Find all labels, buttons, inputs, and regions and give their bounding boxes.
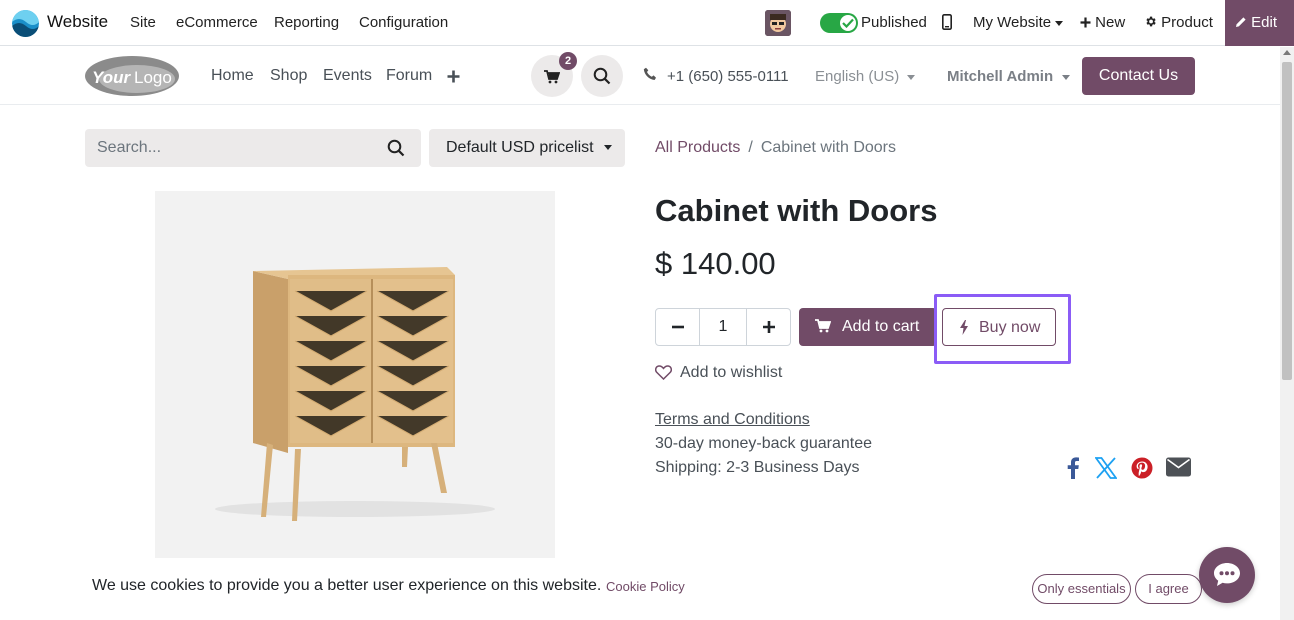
cart-count-badge: 2: [559, 52, 577, 70]
search-icon: [593, 67, 611, 85]
breadcrumb: All Products / Cabinet with Doors: [655, 139, 896, 157]
email-share-icon[interactable]: [1166, 457, 1191, 482]
money-back-guarantee: 30-day money-back guarantee: [655, 435, 873, 452]
add-to-cart-button[interactable]: Add to cart: [799, 308, 937, 346]
menu-site[interactable]: Site: [130, 14, 156, 31]
plus-icon: [1080, 17, 1091, 28]
menu-configuration[interactable]: Configuration: [359, 14, 448, 31]
i-agree-button[interactable]: I agree: [1135, 574, 1202, 604]
shipping-info: Shipping: 2-3 Business Days: [655, 459, 860, 476]
chat-icon: [1214, 563, 1240, 586]
quantity-stepper: 1: [655, 308, 791, 346]
gear-icon: [1146, 16, 1156, 27]
phone-number[interactable]: +1 (650) 555-0111: [667, 68, 789, 85]
pencil-icon: [1236, 17, 1246, 27]
nav-shop[interactable]: Shop: [270, 67, 307, 85]
website-app-icon[interactable]: [12, 10, 39, 37]
published-toggle[interactable]: [820, 13, 858, 33]
buy-now-button[interactable]: Buy now: [942, 308, 1056, 346]
scrollbar-thumb[interactable]: [1282, 62, 1292, 380]
admin-navbar: Website Site eCommerce Reporting Configu…: [0, 0, 1294, 46]
contact-us-button[interactable]: Contact Us: [1082, 57, 1195, 95]
language-selector[interactable]: English (US): [815, 68, 916, 85]
breadcrumb-all-products[interactable]: All Products: [655, 139, 740, 156]
published-label[interactable]: Published: [861, 14, 927, 31]
terms-and-conditions-link[interactable]: Terms and Conditions: [655, 411, 810, 429]
only-essentials-button[interactable]: Only essentials: [1032, 574, 1131, 604]
svg-text:Logo: Logo: [134, 68, 172, 87]
site-logo[interactable]: Your Logo: [85, 55, 180, 97]
add-menu-item-icon[interactable]: [447, 67, 460, 88]
pinterest-icon[interactable]: [1131, 457, 1153, 484]
live-chat-button[interactable]: [1199, 547, 1255, 603]
add-to-cart-label: Add to cart: [842, 318, 920, 335]
search-submit-icon[interactable]: [387, 139, 405, 162]
mobile-preview-icon[interactable]: [942, 14, 952, 35]
cookie-message: We use cookies to provide you a better u…: [92, 577, 602, 594]
product-settings-button[interactable]: Product: [1144, 14, 1213, 31]
bolt-icon: [959, 320, 969, 340]
nav-home[interactable]: Home: [211, 67, 254, 85]
facebook-icon[interactable]: [1066, 457, 1080, 484]
phone-icon: [643, 67, 657, 86]
x-twitter-icon[interactable]: [1094, 457, 1118, 484]
new-button[interactable]: New: [1080, 14, 1125, 31]
cookie-consent-bar: We use cookies to provide you a better u…: [0, 558, 1280, 620]
user-menu[interactable]: Mitchell Admin: [947, 68, 1071, 85]
nav-events[interactable]: Events: [323, 67, 372, 85]
nav-forum[interactable]: Forum: [386, 67, 432, 85]
pricelist-dropdown[interactable]: Default USD pricelist: [429, 129, 625, 167]
cart-icon: [544, 70, 560, 84]
menu-ecommerce[interactable]: eCommerce: [176, 14, 258, 31]
cookie-policy-link[interactable]: Cookie Policy: [606, 579, 685, 594]
my-website-dropdown[interactable]: My Website: [973, 14, 1064, 31]
app-name[interactable]: Website: [47, 12, 108, 32]
website-header: Your Logo Home Shop Events Forum 2 +1 (6…: [0, 47, 1280, 105]
breadcrumb-separator: /: [748, 139, 753, 156]
menu-reporting[interactable]: Reporting: [274, 14, 339, 31]
product-search-box: [85, 129, 421, 167]
plus-icon: [763, 321, 775, 333]
search-toggle-button[interactable]: [581, 55, 623, 97]
breadcrumb-current: Cabinet with Doors: [760, 139, 896, 156]
product-title: Cabinet with Doors: [655, 193, 938, 228]
increase-quantity-button[interactable]: [746, 309, 790, 345]
minus-icon: [672, 325, 684, 329]
cart-icon: [815, 319, 832, 338]
buy-now-label: Buy now: [979, 319, 1041, 336]
scroll-up-arrow-icon[interactable]: [1283, 50, 1291, 55]
user-avatar[interactable]: [765, 10, 791, 36]
svg-text:Your: Your: [92, 68, 131, 87]
wishlist-label: Add to wishlist: [680, 364, 783, 381]
product-image[interactable]: [155, 191, 555, 558]
edit-button[interactable]: Edit: [1225, 0, 1294, 46]
product-price: $ 140.00: [655, 246, 776, 281]
quantity-input[interactable]: 1: [700, 309, 746, 345]
decrease-quantity-button[interactable]: [656, 309, 700, 345]
heart-icon: [654, 365, 673, 385]
search-input[interactable]: [85, 129, 375, 167]
